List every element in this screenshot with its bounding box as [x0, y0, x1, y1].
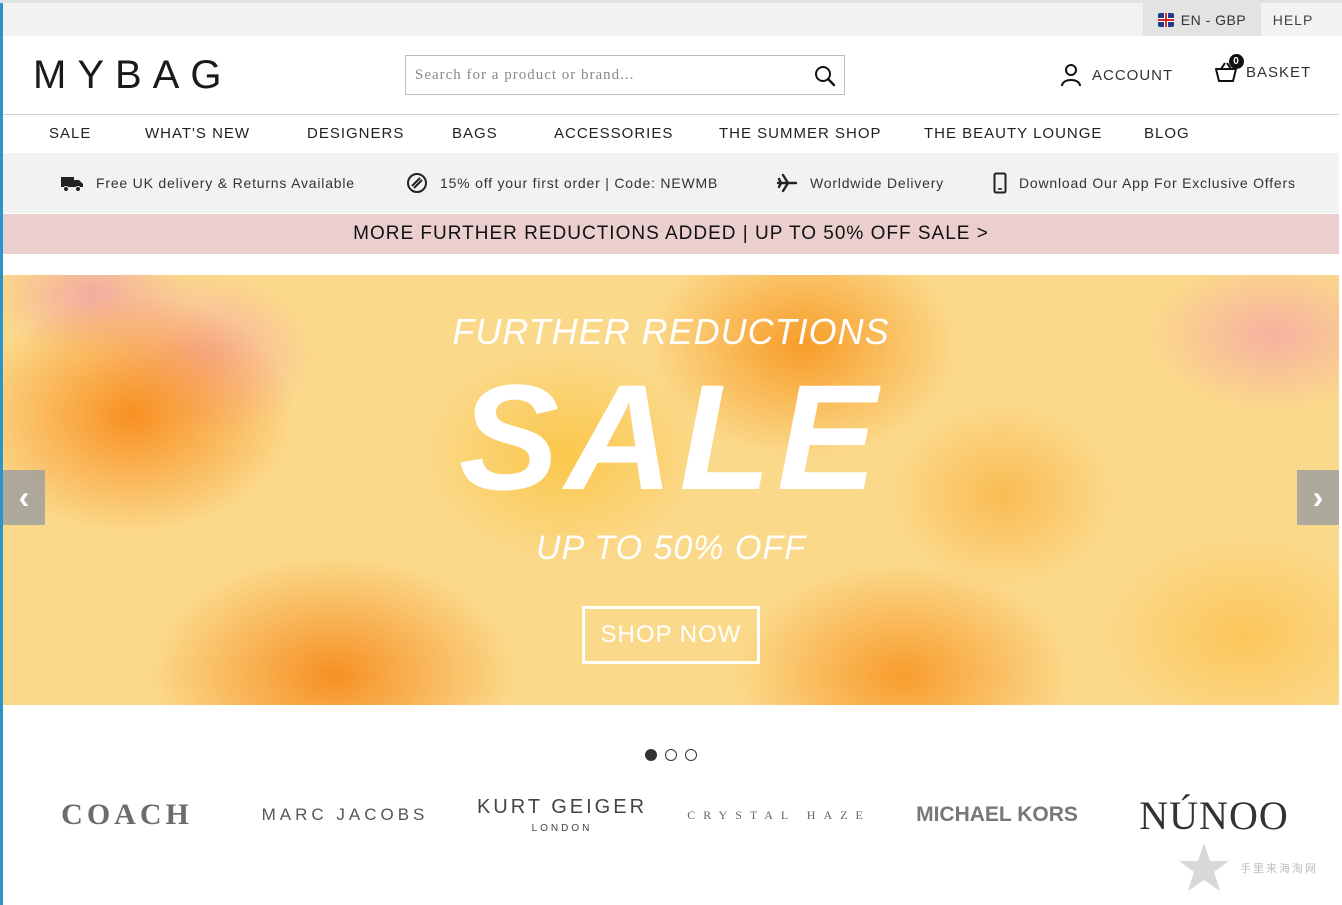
nav-item-sale[interactable]: SALE	[49, 115, 91, 153]
watermark: 手里来海淘网	[1176, 838, 1336, 898]
shop-now-button[interactable]: SHOP NOW	[582, 606, 760, 664]
brand-logo-nunoo[interactable]: NÚNOO	[1124, 790, 1304, 840]
usp-discount: 15% off your first order | Code: NEWMB	[406, 153, 718, 213]
usp-worldwide: Worldwide Delivery	[776, 153, 944, 213]
nav-item-blog[interactable]: BLOG	[1144, 115, 1190, 153]
help-link[interactable]: HELP	[1261, 3, 1325, 36]
carousel-dots	[645, 749, 697, 761]
account-label: ACCOUNT	[1092, 66, 1174, 84]
nav-item-accessories[interactable]: ACCESSORIES	[554, 115, 673, 153]
nav-item-whats-new[interactable]: WHAT'S NEW	[145, 115, 250, 153]
hero-title: SALE	[458, 353, 884, 521]
usp-text: Free UK delivery & Returns Available	[96, 175, 355, 191]
locale-selector[interactable]: EN - GBP	[1143, 3, 1261, 36]
basket-label: BASKET	[1246, 63, 1312, 81]
nav-item-bags[interactable]: BAGS	[452, 115, 498, 153]
basket-link[interactable]: 0 BASKET	[1214, 54, 1312, 84]
discount-icon	[407, 173, 427, 193]
uk-flag-icon	[1157, 12, 1174, 27]
brand-logo-crystal-haze[interactable]: CRYSTAL HAZE	[686, 790, 872, 840]
brand-name: KURT GEIGER	[476, 796, 648, 818]
nav-item-summer-shop[interactable]: THE SUMMER SHOP	[719, 115, 882, 153]
utility-bar: EN - GBP HELP	[3, 3, 1342, 36]
phone-icon	[993, 172, 1007, 194]
watermark-text: 手里来海淘网	[1240, 863, 1318, 875]
search-input[interactable]	[415, 56, 805, 94]
locale-label: EN - GBP	[1180, 11, 1247, 28]
carousel-dot[interactable]	[665, 749, 677, 761]
basket-count-badge: 0	[1229, 54, 1244, 69]
hero-subtitle: UP TO 50% OFF	[536, 529, 806, 567]
usp-text: Worldwide Delivery	[810, 175, 944, 191]
search-box	[405, 55, 845, 95]
star-watermark-icon	[1179, 843, 1229, 891]
nav-item-beauty-lounge[interactable]: THE BEAUTY LOUNGE	[924, 115, 1102, 153]
carousel-dot[interactable]	[685, 749, 697, 761]
brand-logo-kurt-geiger[interactable]: KURT GEIGER LONDON	[470, 790, 654, 840]
carousel-prev-button[interactable]: ‹	[3, 470, 45, 525]
search-icon[interactable]	[814, 65, 836, 87]
promo-banner-link[interactable]: MORE FURTHER REDUCTIONS ADDED | UP TO 50…	[3, 214, 1339, 254]
usp-bar: Free UK delivery & Returns Available 15%…	[3, 153, 1339, 213]
carousel-dot[interactable]	[645, 749, 657, 761]
usp-text: Download Our App For Exclusive Offers	[1019, 175, 1296, 191]
plane-icon	[776, 173, 798, 193]
hero-banner[interactable]: FURTHER REDUCTIONS SALE UP TO 50% OFF SH…	[3, 275, 1339, 705]
delivery-truck-icon	[61, 177, 83, 192]
usp-app: Download Our App For Exclusive Offers	[993, 153, 1296, 213]
brand-logo-marc-jacobs[interactable]: MARC JACOBS	[258, 790, 432, 840]
carousel-next-button[interactable]: ›	[1297, 470, 1339, 525]
hero-pretitle: FURTHER REDUCTIONS	[452, 311, 890, 352]
nav-item-designers[interactable]: DESIGNERS	[307, 115, 404, 153]
user-icon	[1061, 64, 1081, 87]
main-nav: SALE WHAT'S NEW DESIGNERS BAGS ACCESSORI…	[3, 114, 1339, 154]
usp-text: 15% off your first order | Code: NEWMB	[440, 175, 719, 191]
brand-logo-michael-kors[interactable]: MICHAEL KORS	[912, 790, 1082, 840]
site-logo[interactable]: MYBAG	[33, 54, 232, 96]
brand-logo-coach[interactable]: COACH	[44, 790, 210, 840]
brand-subtitle: LONDON	[531, 823, 593, 834]
usp-delivery: Free UK delivery & Returns Available	[60, 153, 355, 213]
account-link[interactable]: ACCOUNT	[1060, 63, 1173, 87]
